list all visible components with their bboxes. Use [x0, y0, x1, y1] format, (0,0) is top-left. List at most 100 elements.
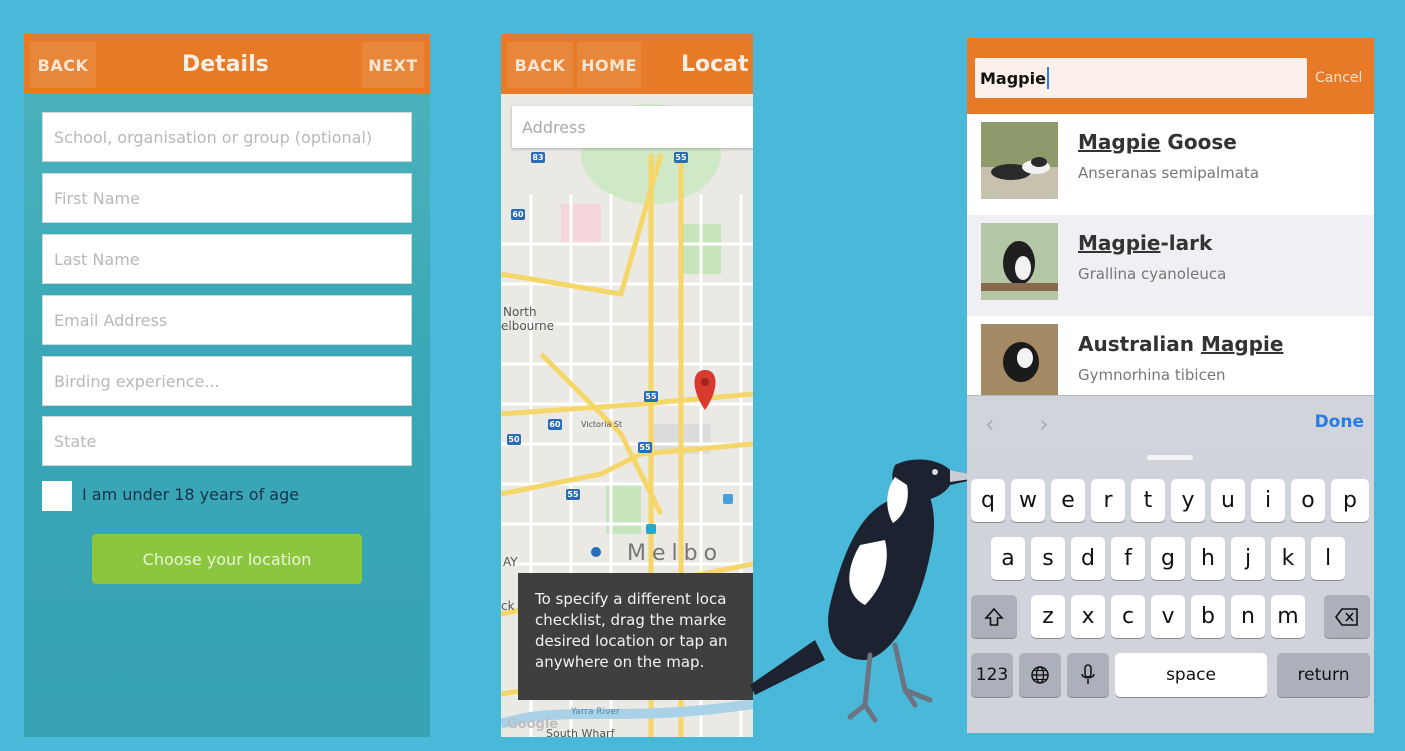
- location-screen: 83 55 60 55 60 55 50 55 North elbourne V…: [501, 34, 753, 737]
- birding-experience-field[interactable]: Birding experience...: [42, 356, 412, 406]
- back-button[interactable]: BACK: [507, 42, 573, 88]
- key-z[interactable]: z: [1031, 595, 1065, 638]
- done-button[interactable]: Done: [1315, 412, 1364, 432]
- space-key[interactable]: space: [1115, 653, 1267, 697]
- key-a[interactable]: a: [991, 537, 1025, 580]
- route-shield-60: 60: [512, 210, 524, 219]
- key-s[interactable]: s: [1031, 537, 1065, 580]
- details-navbar: BACK Details NEXT: [24, 34, 430, 94]
- key-k[interactable]: k: [1271, 537, 1305, 580]
- key-v[interactable]: v: [1151, 595, 1185, 638]
- microphone-icon: [1081, 664, 1095, 684]
- search-bar: Magpie Cancel: [967, 38, 1374, 114]
- map-label-north: North: [503, 305, 537, 319]
- map-label-melbourne: Melbo: [627, 541, 723, 566]
- search-input[interactable]: Magpie: [975, 58, 1307, 98]
- numbers-key[interactable]: 123: [971, 653, 1013, 697]
- keyboard-handle: [1147, 455, 1193, 460]
- route-shield-55: 55: [567, 490, 579, 499]
- key-n[interactable]: n: [1231, 595, 1265, 638]
- key-t[interactable]: t: [1131, 479, 1165, 522]
- return-key[interactable]: return: [1277, 653, 1370, 697]
- bird-photo-magpie-goose: [981, 122, 1058, 199]
- chevron-right-icon[interactable]: ›: [1039, 410, 1049, 438]
- state-field[interactable]: State: [42, 416, 412, 466]
- route-shield-55: 55: [675, 153, 687, 162]
- key-f[interactable]: f: [1111, 537, 1145, 580]
- key-d[interactable]: d: [1071, 537, 1105, 580]
- key-b[interactable]: b: [1191, 595, 1225, 638]
- search-result-item[interactable]: Magpie Goose Anseranas semipalmata: [967, 114, 1374, 215]
- key-o[interactable]: o: [1291, 479, 1325, 522]
- keyboard-toolbar: ‹ › Done: [967, 395, 1374, 451]
- route-shield-50: 50: [508, 435, 520, 444]
- result-common-name: Australian Magpie: [1078, 332, 1284, 356]
- key-c[interactable]: c: [1111, 595, 1145, 638]
- tooltip-line: anywhere on the map.: [535, 653, 705, 671]
- map-label-melbourne-north: elbourne: [501, 319, 554, 333]
- route-shield-55: 55: [639, 443, 651, 452]
- map-label-ck: ck: [501, 599, 515, 613]
- bird-photo-magpie-lark: [981, 223, 1058, 300]
- backspace-icon: [1335, 607, 1358, 626]
- shift-key[interactable]: [971, 595, 1017, 638]
- key-i[interactable]: i: [1251, 479, 1285, 522]
- globe-key[interactable]: [1019, 653, 1061, 697]
- details-screen: BACK Details NEXT School, organisation o…: [24, 34, 430, 737]
- delete-key[interactable]: [1324, 595, 1370, 638]
- species-search-screen: Magpie Cancel Magpie Goose Anseranas sem…: [967, 38, 1374, 733]
- google-logo: Google: [507, 717, 558, 732]
- key-m[interactable]: m: [1271, 595, 1305, 638]
- key-l[interactable]: l: [1311, 537, 1345, 580]
- key-w[interactable]: w: [1011, 479, 1045, 522]
- choose-location-button[interactable]: Choose your location: [92, 534, 362, 584]
- last-name-field[interactable]: Last Name: [42, 234, 412, 284]
- key-e[interactable]: e: [1051, 479, 1085, 522]
- search-result-item[interactable]: Magpie-lark Grallina cyanoleuca: [967, 215, 1374, 316]
- cancel-button[interactable]: Cancel: [1315, 58, 1362, 98]
- route-shield-55: 55: [645, 392, 657, 401]
- organisation-field[interactable]: School, organisation or group (optional): [42, 112, 412, 162]
- key-x[interactable]: x: [1071, 595, 1105, 638]
- result-common-name: Magpie-lark: [1078, 231, 1213, 255]
- location-navbar: BACK HOME Locat: [501, 34, 753, 94]
- result-scientific-name: Grallina cyanoleuca: [1078, 265, 1227, 283]
- key-g[interactable]: g: [1151, 537, 1185, 580]
- bird-photo-australian-magpie: [981, 324, 1058, 401]
- key-h[interactable]: h: [1191, 537, 1225, 580]
- tooltip-line: desired location or tap an: [535, 632, 728, 650]
- magpie-illustration: [750, 459, 985, 723]
- home-button[interactable]: HOME: [577, 42, 641, 88]
- map-label-ay: AY: [503, 555, 518, 569]
- text-cursor: [1046, 67, 1049, 89]
- globe-icon: [1031, 666, 1049, 684]
- map-label-yarra-river: Yarra River: [570, 707, 620, 717]
- map-instructions-tooltip: To specify a different loca checklist, d…: [518, 573, 753, 700]
- shift-icon: [984, 607, 1004, 626]
- page-title: Details: [182, 51, 269, 77]
- key-y[interactable]: y: [1171, 479, 1205, 522]
- key-r[interactable]: r: [1091, 479, 1125, 522]
- map-label-victoria-st: Victoria St: [581, 420, 622, 429]
- email-field[interactable]: Email Address: [42, 295, 412, 345]
- chevron-left-icon[interactable]: ‹: [985, 410, 995, 438]
- tooltip-line: To specify a different loca: [535, 590, 727, 608]
- key-j[interactable]: j: [1231, 537, 1265, 580]
- address-input[interactable]: Address: [512, 106, 753, 148]
- tooltip-line: checklist, drag the marke: [535, 611, 727, 629]
- result-common-name: Magpie Goose: [1078, 130, 1237, 154]
- page-title: Locat: [681, 51, 749, 77]
- key-p[interactable]: p: [1331, 479, 1369, 522]
- result-scientific-name: Gymnorhina tibicen: [1078, 366, 1226, 384]
- dictation-key[interactable]: [1067, 653, 1109, 697]
- key-u[interactable]: u: [1211, 479, 1245, 522]
- key-q[interactable]: q: [971, 479, 1005, 522]
- next-button[interactable]: NEXT: [362, 42, 424, 88]
- first-name-field[interactable]: First Name: [42, 173, 412, 223]
- under-18-label: I am under 18 years of age: [82, 485, 300, 504]
- search-query: Magpie: [980, 68, 1046, 88]
- route-shield-83: 83: [532, 153, 543, 162]
- under-18-checkbox[interactable]: [42, 481, 72, 511]
- back-button[interactable]: BACK: [30, 42, 96, 88]
- route-shield-60: 60: [549, 420, 561, 429]
